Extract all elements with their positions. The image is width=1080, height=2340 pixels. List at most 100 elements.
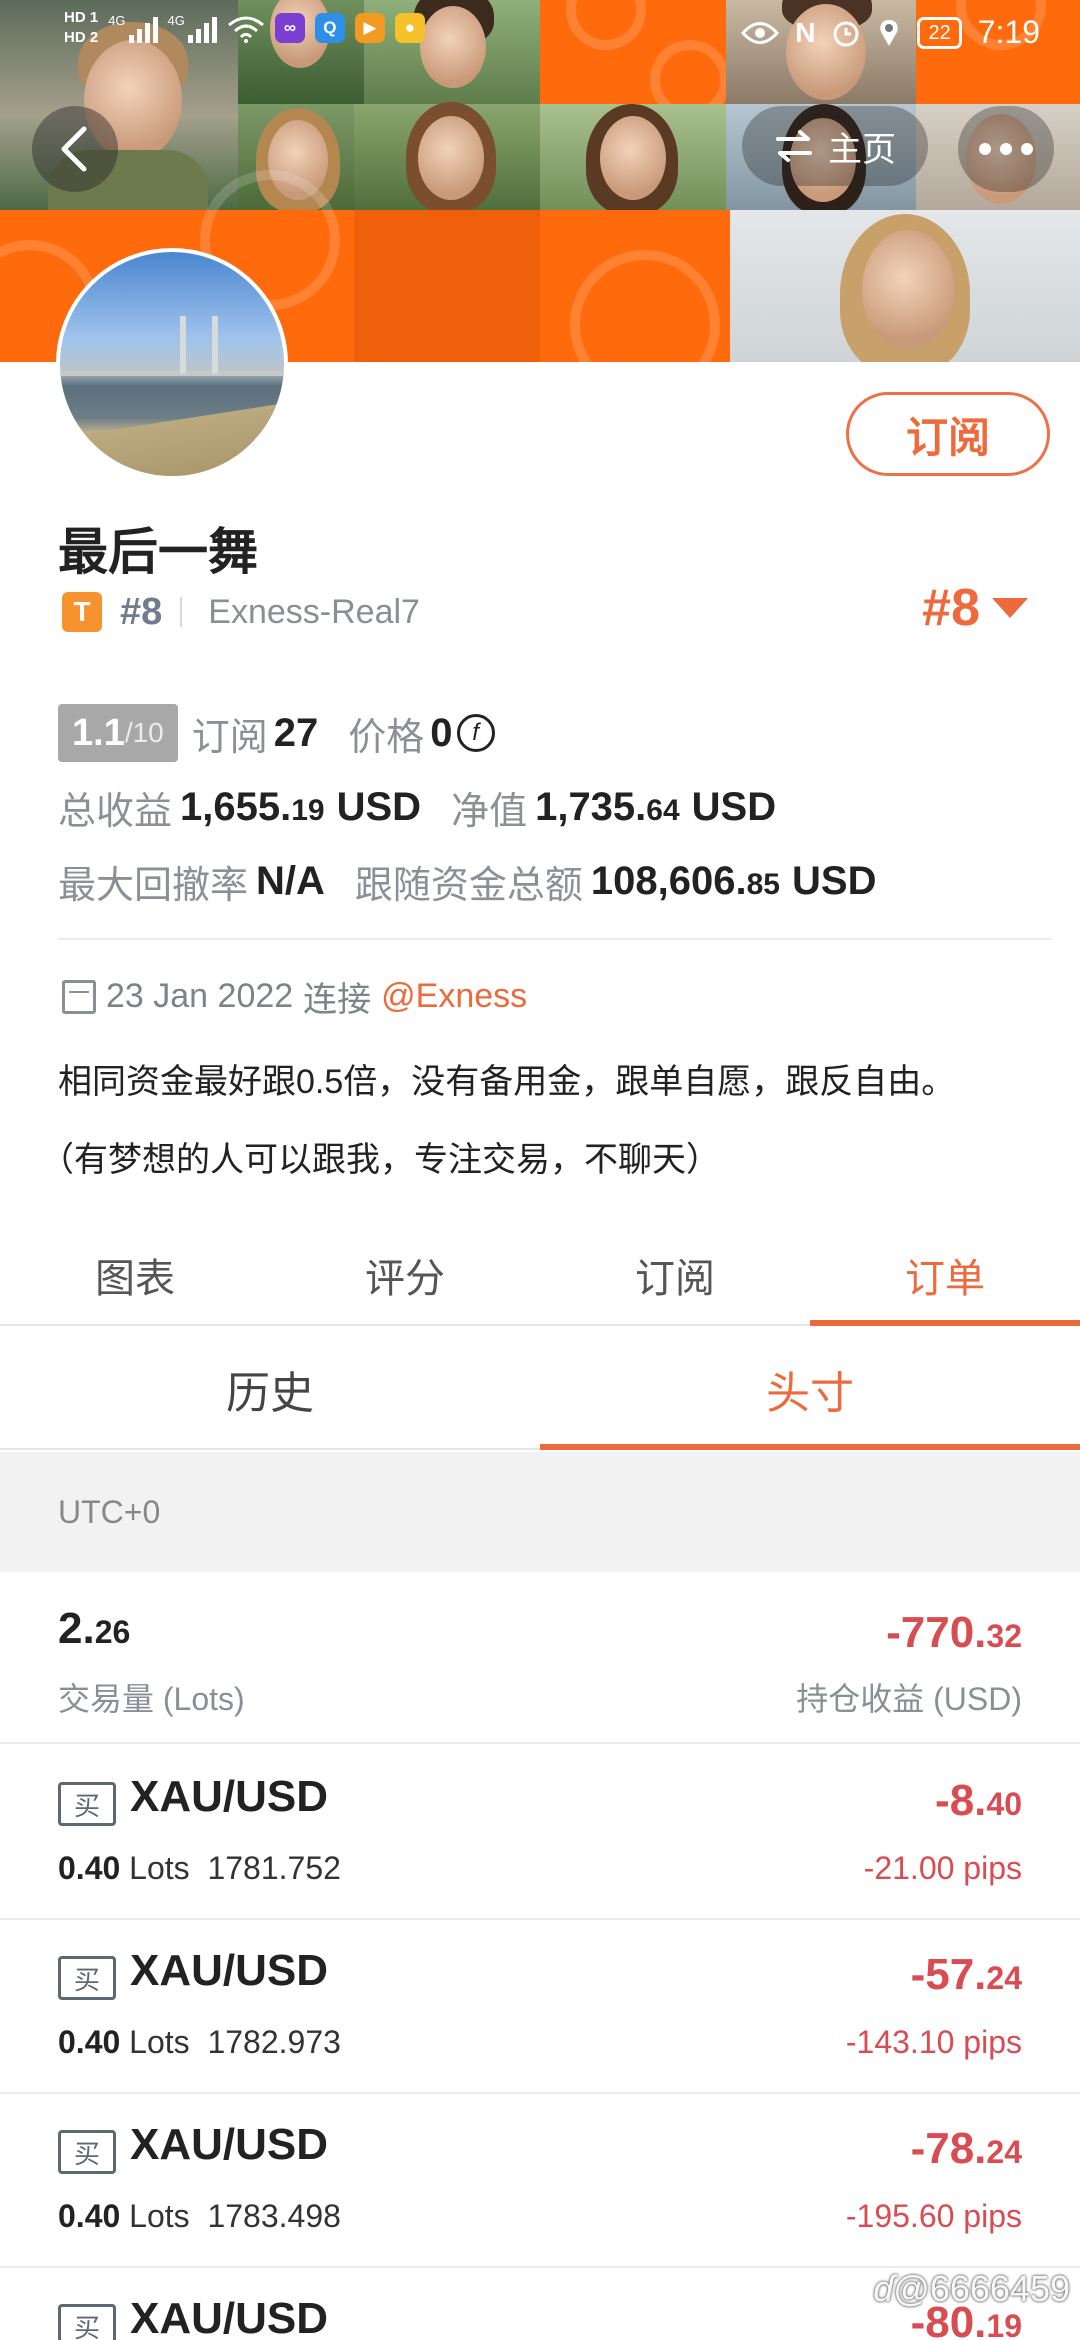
home-label: 主页 — [828, 130, 896, 169]
nfc-icon: N — [795, 16, 816, 48]
server-name: Exness-Real7 — [208, 592, 420, 631]
order-lots: 0.40 Lots 1782.973 — [58, 2024, 341, 2060]
weibo-icon: ɗ — [873, 2268, 894, 2309]
main-tabs: 图表 评分 订阅 订单 — [0, 1226, 1080, 1326]
rank-dropdown-label: #8 — [922, 579, 980, 637]
app-icon: ∞ — [274, 13, 305, 43]
order-pnl: -8.40 — [935, 1776, 1022, 1825]
cover-photo — [354, 102, 540, 212]
trader-name: 最后一舞 — [58, 524, 258, 580]
total-lots-label: 交易量 (Lots) — [58, 1681, 245, 1717]
signal-icon: 4G — [108, 13, 158, 43]
divider — [58, 938, 1052, 940]
divider — [180, 597, 183, 627]
location-icon — [880, 19, 899, 46]
tab-orders[interactable]: 订单 — [810, 1226, 1080, 1326]
cover-photo — [540, 104, 726, 214]
status-bar: HD 1 HD 2 4G 4G ∞ Q ▶ ● N 22 7:19 — [0, 0, 1080, 70]
total-profit-value: 1,655.19 — [180, 785, 325, 829]
order-symbol: XAU/USD — [130, 2294, 329, 2340]
battery-icon: 22 — [917, 16, 962, 49]
back-button[interactable] — [32, 106, 118, 192]
search-app-icon: Q — [314, 13, 345, 43]
order-pnl: -78.24 — [910, 2124, 1022, 2173]
coin-icon: f — [456, 714, 495, 752]
stats-row-funds: 最大回撤率 N/A 跟随资金总额 108,606.85 USD — [58, 854, 876, 909]
avatar — [56, 248, 288, 480]
timezone-label: UTC+0 — [58, 1493, 161, 1530]
description-line: （有梦想的人可以跟我，专注交易，不聊天） — [40, 1141, 720, 1179]
subscribers-count: 27 — [273, 710, 319, 755]
buy-tag: 买 — [58, 2304, 116, 2340]
eye-icon — [741, 21, 780, 44]
order-pips: -195.60 pips — [845, 2198, 1022, 2234]
subscribers-label: 订阅 — [191, 716, 268, 759]
buy-tag: 买 — [58, 1782, 116, 1826]
follow-funds-value: 108,606.85 — [590, 859, 780, 903]
order-row[interactable]: 买 XAU/USD 0.40 Lots 1782.973 -57.24 -143… — [0, 1920, 1080, 2094]
more-dot-icon — [979, 143, 991, 155]
connect-label: 连接 — [303, 981, 372, 1019]
drawdown-value: N/A — [256, 859, 325, 903]
connect-date: 23 Jan 2022 — [106, 977, 294, 1015]
total-pnl: -770.32 — [886, 1608, 1022, 1657]
cover-photo — [730, 210, 1080, 362]
order-symbol: XAU/USD — [130, 1946, 329, 1995]
order-row[interactable]: 买 XAU/USD 0.40 Lots 1781.752 -8.40 -21.0… — [0, 1746, 1080, 1920]
score-badge: 1.1 /10 — [58, 704, 178, 762]
clock: 7:19 — [977, 14, 1040, 50]
drawdown-label: 最大回撤率 — [58, 865, 249, 907]
tab-subscribe[interactable]: 订阅 — [540, 1226, 810, 1324]
order-symbol: XAU/USD — [130, 1772, 329, 1821]
equity-value: 1,735.64 — [535, 785, 680, 829]
alarm-icon — [833, 21, 859, 46]
price-label: 价格 — [348, 716, 425, 759]
broker-link[interactable]: @Exness — [381, 977, 527, 1016]
stats-row-score: 1.1 /10 订阅 27 价格 0 f — [58, 704, 495, 762]
tab-rating[interactable]: 评分 — [270, 1226, 540, 1324]
more-dot-icon — [1000, 143, 1012, 155]
wifi-icon — [227, 16, 264, 43]
rank-row: T #8 Exness-Real7 — [62, 586, 420, 638]
chevron-left-icon — [61, 126, 87, 172]
total-pnl-label: 持仓收益 (USD) — [796, 1681, 1022, 1717]
connect-row: 23 Jan 2022 连接 @Exness — [62, 972, 527, 1021]
triangle-down-icon — [992, 598, 1028, 618]
equity-label: 净值 — [451, 791, 528, 833]
watermark: ɗ@6666459 — [873, 2268, 1070, 2309]
hd-indicator: HD 1 HD 2 — [64, 9, 99, 46]
home-button[interactable]: 主页 — [742, 106, 928, 186]
rank-number: #8 — [120, 590, 163, 633]
swap-icon — [776, 130, 812, 162]
follow-funds-label: 跟随资金总额 — [354, 865, 583, 907]
subtab-history[interactable]: 历史 — [0, 1330, 540, 1448]
subscribe-button[interactable]: 订阅 — [846, 392, 1050, 476]
order-subtabs: 历史 头寸 — [0, 1330, 1080, 1450]
app-icon: ● — [394, 13, 425, 43]
order-lots: 0.40 Lots 1783.498 — [58, 2198, 341, 2234]
stats-row-profit: 总收益 1,655.19 USD 净值 1,735.64 USD — [58, 780, 776, 835]
order-lots: 0.40 Lots 1781.752 — [58, 1850, 341, 1886]
order-pnl: -57.24 — [910, 1950, 1022, 1999]
total-profit-label: 总收益 — [58, 791, 173, 833]
description-line: 相同资金最好跟0.5倍，没有备用金，跟单自愿，跟反自由。 — [58, 1063, 956, 1101]
subtab-positions[interactable]: 头寸 — [540, 1330, 1080, 1450]
rank-dropdown[interactable]: #8 — [922, 578, 1028, 638]
order-symbol: XAU/USD — [130, 2120, 329, 2169]
tab-chart[interactable]: 图表 — [0, 1226, 270, 1324]
price-value: 0 — [430, 710, 453, 755]
order-pips: -21.00 pips — [863, 1850, 1022, 1886]
more-button[interactable] — [958, 106, 1054, 192]
currency: USD — [792, 859, 877, 903]
currency: USD — [691, 785, 777, 829]
order-row[interactable]: 买 XAU/USD 0.40 Lots 1783.498 -78.24 -195… — [0, 2094, 1080, 2268]
order-pips: -143.10 pips — [845, 2024, 1022, 2060]
calendar-icon — [62, 979, 96, 1014]
timezone-bar: UTC+0 — [0, 1452, 1080, 1572]
trader-badge-icon: T — [62, 592, 102, 632]
play-app-icon: ▶ — [354, 13, 385, 43]
more-dot-icon — [1021, 143, 1033, 155]
positions-summary: 2.26 交易量 (Lots) -770.32 持仓收益 (USD) — [0, 1572, 1080, 1744]
cover-tile — [540, 210, 730, 362]
cover-tile — [354, 210, 540, 362]
